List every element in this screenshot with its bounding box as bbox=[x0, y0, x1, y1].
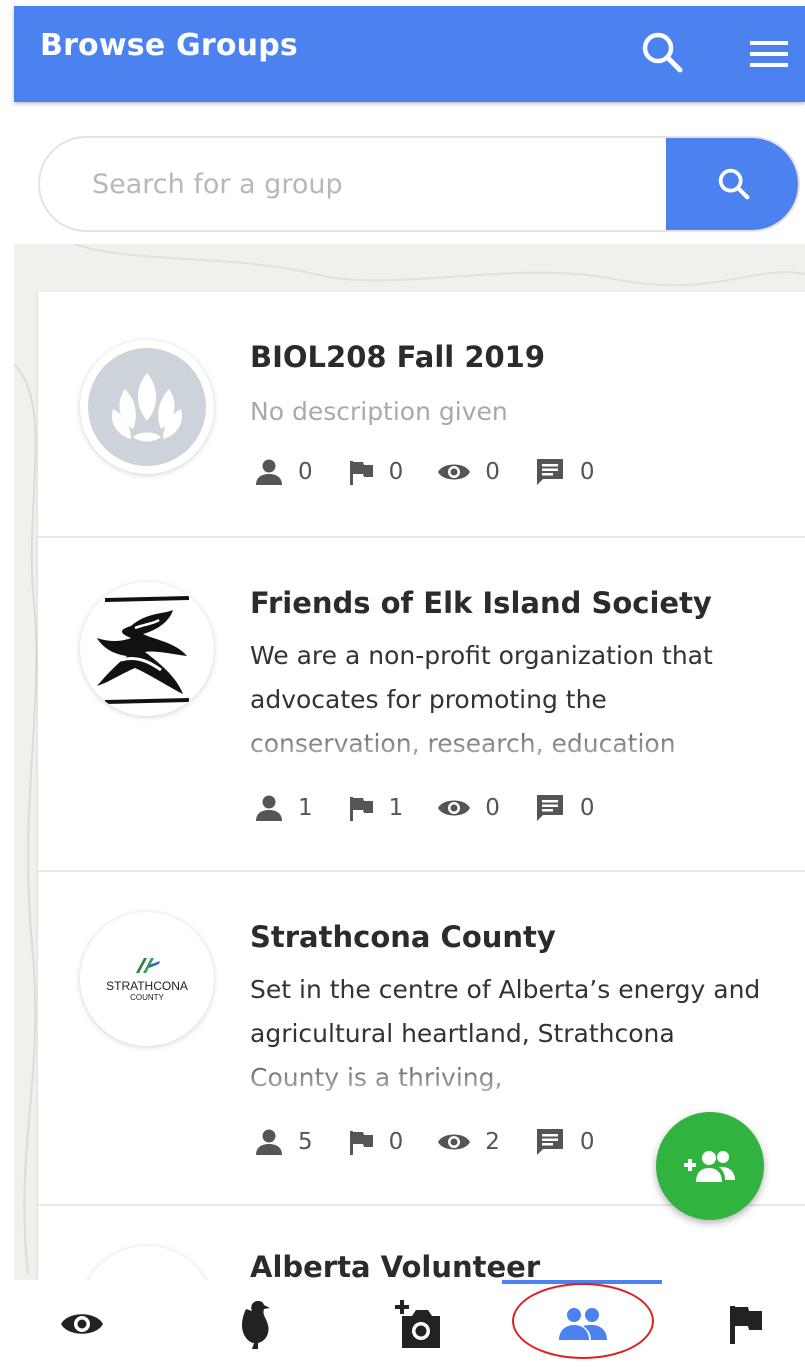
members-count: 0 bbox=[298, 459, 313, 485]
group-search-button[interactable] bbox=[666, 138, 798, 230]
menu-button[interactable] bbox=[746, 32, 792, 76]
group-stats: 0 0 0 0 bbox=[254, 454, 629, 490]
group-title: Friends of Elk Island Society bbox=[250, 586, 712, 620]
group-description: We are a non-profit organization that ad… bbox=[250, 634, 770, 766]
strathcona-logo-icon bbox=[136, 958, 160, 973]
person-icon bbox=[256, 459, 282, 485]
group-title: BIOL208 Fall 2019 bbox=[250, 340, 546, 374]
elk-island-logo-icon bbox=[97, 596, 189, 704]
eye-icon bbox=[438, 1134, 471, 1150]
flag-icon bbox=[349, 1131, 373, 1155]
members-count: 1 bbox=[298, 795, 313, 821]
nav-species[interactable] bbox=[214, 1294, 294, 1354]
comments-stat: 0 bbox=[534, 456, 595, 488]
observations-stat: 0 bbox=[347, 457, 404, 487]
group-card[interactable]: Alberta Volunteer bbox=[38, 1206, 805, 1280]
group-search-bar bbox=[38, 136, 800, 232]
nav-add-observation[interactable] bbox=[378, 1294, 458, 1354]
leaf-logo-icon bbox=[111, 373, 183, 442]
nav-explore[interactable] bbox=[42, 1294, 122, 1354]
header-search-button[interactable] bbox=[638, 28, 686, 76]
comments-count: 0 bbox=[579, 795, 595, 821]
comments-stat: 0 bbox=[534, 792, 595, 824]
person-icon bbox=[256, 1129, 282, 1155]
group-stats: 5 0 2 0 bbox=[254, 1124, 629, 1160]
strathcona-logo: STRATHCONA COUNTY bbox=[106, 955, 188, 1003]
observations-count: 0 bbox=[388, 1129, 404, 1155]
group-description: Set in the centre of Alberta’s energy an… bbox=[250, 968, 770, 1100]
comments-count: 0 bbox=[579, 1129, 595, 1155]
eye-icon bbox=[61, 1314, 103, 1334]
group-title: Strathcona County bbox=[250, 920, 556, 954]
group-description: No description given bbox=[250, 397, 508, 426]
watchers-count: 0 bbox=[485, 795, 500, 821]
eye-icon bbox=[438, 464, 471, 480]
comments-stat: 0 bbox=[534, 1126, 595, 1158]
group-avatar: STRATHCONA COUNTY bbox=[80, 912, 214, 1046]
page-title: Browse Groups bbox=[40, 28, 298, 63]
bottom-navigation bbox=[0, 1280, 805, 1371]
app-bar: Browse Groups bbox=[14, 6, 805, 102]
group-avatar bbox=[80, 340, 214, 474]
logo-line2: COUNTY bbox=[130, 993, 164, 1002]
members-stat: 5 bbox=[254, 1127, 313, 1157]
group-card[interactable]: BIOL208 Fall 2019 No description given 0… bbox=[38, 292, 805, 538]
create-group-button[interactable] bbox=[656, 1112, 764, 1220]
nav-observations[interactable] bbox=[706, 1294, 786, 1354]
hamburger-menu-icon bbox=[750, 41, 788, 67]
observations-count: 1 bbox=[388, 795, 404, 821]
add-photo-icon bbox=[395, 1300, 440, 1348]
flag-icon bbox=[730, 1306, 762, 1344]
watchers-stat: 2 bbox=[437, 1129, 500, 1155]
flag-icon bbox=[349, 797, 373, 821]
observations-stat: 1 bbox=[347, 793, 404, 823]
group-title: Alberta Volunteer bbox=[250, 1250, 541, 1280]
highlight-circle bbox=[512, 1283, 654, 1359]
group-avatar bbox=[80, 1246, 214, 1280]
watchers-count: 0 bbox=[485, 459, 500, 485]
members-stat: 1 bbox=[254, 793, 313, 823]
watchers-stat: 0 bbox=[437, 795, 500, 821]
comment-icon bbox=[536, 459, 563, 485]
flag-icon bbox=[349, 461, 373, 485]
bird-icon bbox=[242, 1301, 270, 1349]
watchers-count: 2 bbox=[485, 1129, 500, 1155]
description-fade bbox=[250, 722, 770, 766]
members-count: 5 bbox=[298, 1129, 313, 1155]
observations-count: 0 bbox=[388, 459, 404, 485]
group-stats: 1 1 0 0 bbox=[254, 790, 629, 826]
person-icon bbox=[256, 795, 282, 821]
add-group-icon bbox=[684, 1151, 735, 1182]
members-stat: 0 bbox=[254, 457, 313, 487]
search-icon bbox=[642, 32, 683, 73]
group-card[interactable]: Friends of Elk Island Society We are a n… bbox=[38, 538, 805, 872]
group-avatar bbox=[80, 582, 214, 716]
observations-stat: 0 bbox=[347, 1127, 404, 1157]
logo-line1: STRATHCONA bbox=[106, 979, 188, 993]
eye-icon bbox=[438, 800, 471, 816]
comments-count: 0 bbox=[579, 459, 595, 485]
comment-icon bbox=[536, 795, 563, 821]
group-search-input[interactable] bbox=[40, 138, 666, 230]
search-icon bbox=[718, 168, 750, 200]
description-fade bbox=[250, 1056, 770, 1100]
comment-icon bbox=[536, 1129, 563, 1155]
watchers-stat: 0 bbox=[437, 459, 500, 485]
